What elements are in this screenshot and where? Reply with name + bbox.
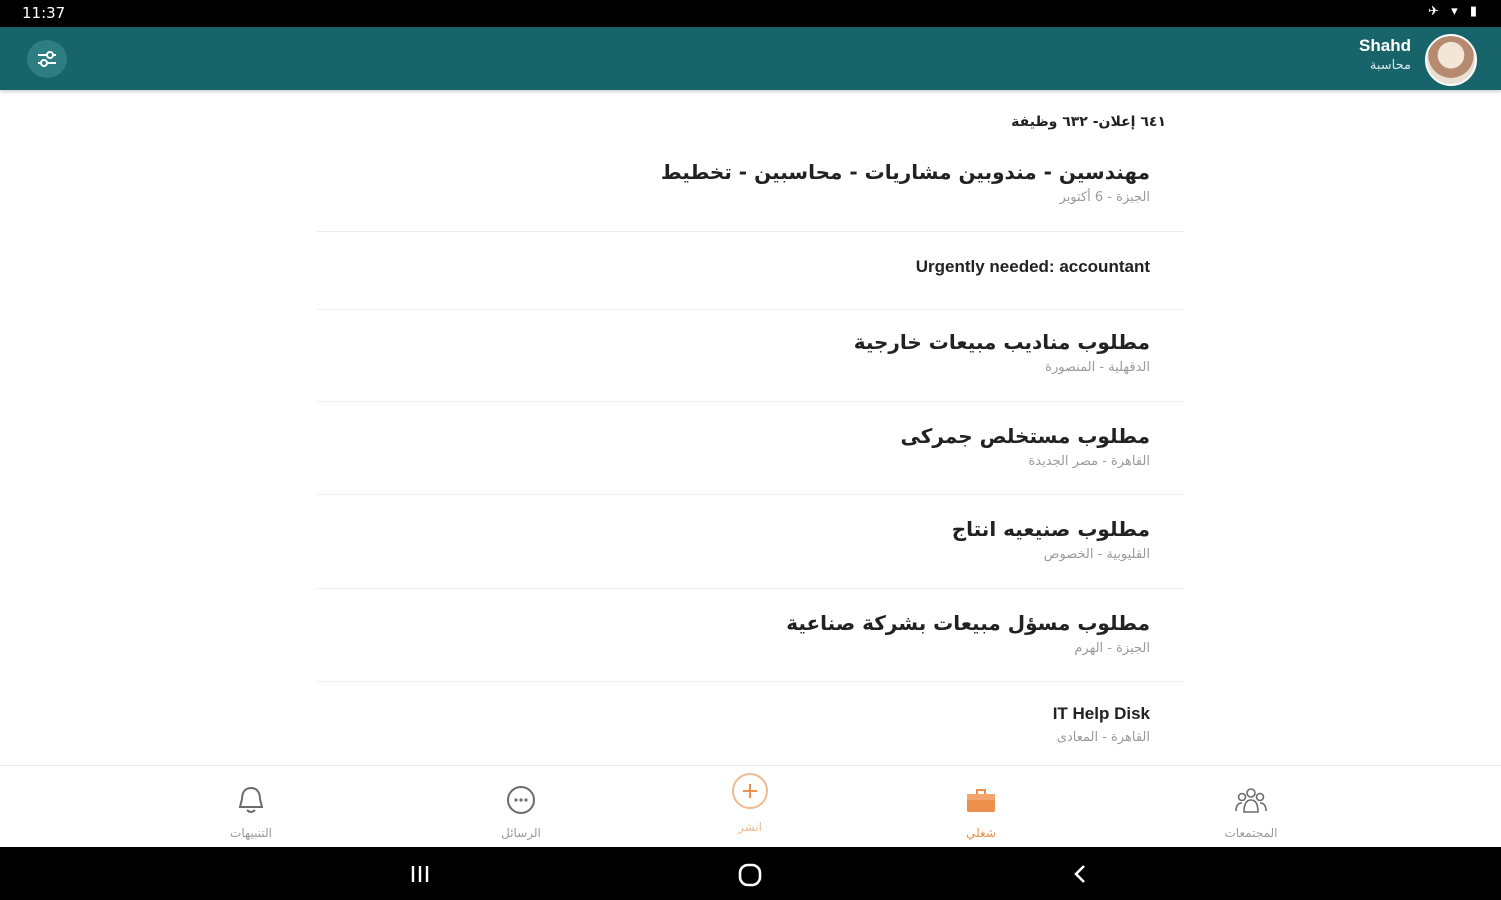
job-item[interactable]: مطلوب صنيعيه انتاج القليوبية - الخصوص	[316, 495, 1184, 589]
sliders-icon	[38, 51, 56, 67]
home-icon[interactable]	[737, 862, 763, 888]
job-location: القاهرة - مصر الجديدة	[1028, 454, 1151, 469]
plus-circle-icon	[732, 773, 768, 809]
nav-messages[interactable]: الرسائل	[461, 766, 581, 848]
status-bar: 11:37 ✈ ▾ ▮	[0, 0, 1501, 27]
chat-icon	[507, 786, 535, 814]
nav-label: الرسائل	[501, 826, 541, 840]
job-item[interactable]: IT Help Disk القاهرة - المعادى	[316, 682, 1184, 764]
job-item[interactable]: مطلوب مستخلص جمركى القاهرة - مصر الجديدة	[316, 402, 1184, 495]
job-location: الجيزة - الهرم	[1074, 641, 1150, 656]
status-system-icons: ✈ ▾ ▮	[1428, 4, 1481, 19]
nav-label: شغلي	[966, 826, 996, 840]
nav-label: التنبيهات	[230, 826, 272, 840]
job-list: مهندسين - مندوبين مشاريات - محاسبين - تخ…	[316, 148, 1184, 764]
filter-button[interactable]	[27, 40, 67, 78]
back-icon[interactable]	[1070, 863, 1090, 885]
job-item[interactable]: مطلوب مسؤل مبيعات بشركة صناعية الجيزة - …	[316, 589, 1184, 682]
nav-label: انشر	[738, 820, 762, 834]
job-title: مطلوب مسؤل مبيعات بشركة صناعية	[786, 611, 1150, 635]
job-title: مطلوب صنيعيه انتاج	[951, 517, 1150, 541]
job-item[interactable]: مطلوب مناديب مبيعات خارجية الدقهلية - ال…	[316, 310, 1184, 402]
bottom-nav: التنبيهات الرسائل انشر شغلي المجتمعات	[0, 765, 1501, 848]
status-time: 11:37	[22, 4, 66, 22]
user-name: Shahd	[1359, 36, 1411, 55]
recents-icon[interactable]	[409, 864, 431, 884]
app-bar: Shahd محاسبة	[0, 27, 1501, 90]
avatar[interactable]	[1425, 34, 1477, 86]
community-icon	[1235, 788, 1267, 813]
job-title: Urgently needed: accountant	[915, 257, 1150, 276]
job-title: مطلوب مناديب مبيعات خارجية	[853, 330, 1150, 354]
briefcase-icon	[967, 789, 995, 812]
nav-label: المجتمعات	[1224, 826, 1278, 840]
job-item[interactable]: مهندسين - مندوبين مشاريات - محاسبين - تخ…	[316, 148, 1184, 232]
job-item[interactable]: Urgently needed: accountant	[316, 232, 1184, 310]
user-info[interactable]: Shahd محاسبة	[1359, 36, 1411, 73]
nav-my-jobs[interactable]: شغلي	[921, 766, 1041, 848]
job-title: IT Help Disk	[1052, 704, 1150, 723]
results-count: ٦٤١ إعلان- ٦٣٢ وظيفة	[1011, 114, 1166, 130]
job-location: الجيزة - 6 أكتوبر	[1059, 190, 1150, 205]
job-location: القاهرة - المعادى	[1056, 730, 1150, 745]
bell-icon	[238, 786, 264, 813]
job-location: القليوبية - الخصوص	[1043, 547, 1150, 562]
user-role: محاسبة	[1369, 58, 1411, 73]
nav-post[interactable]: انشر	[690, 766, 810, 848]
job-title: مهندسين - مندوبين مشاريات - محاسبين - تخ…	[660, 160, 1150, 184]
job-title: مطلوب مستخلص جمركى	[900, 424, 1150, 448]
system-nav-bar	[0, 847, 1501, 900]
nav-notifications[interactable]: التنبيهات	[191, 766, 311, 848]
job-location: الدقهلية - المنصورة	[1045, 360, 1150, 375]
nav-communities[interactable]: المجتمعات	[1191, 766, 1311, 848]
